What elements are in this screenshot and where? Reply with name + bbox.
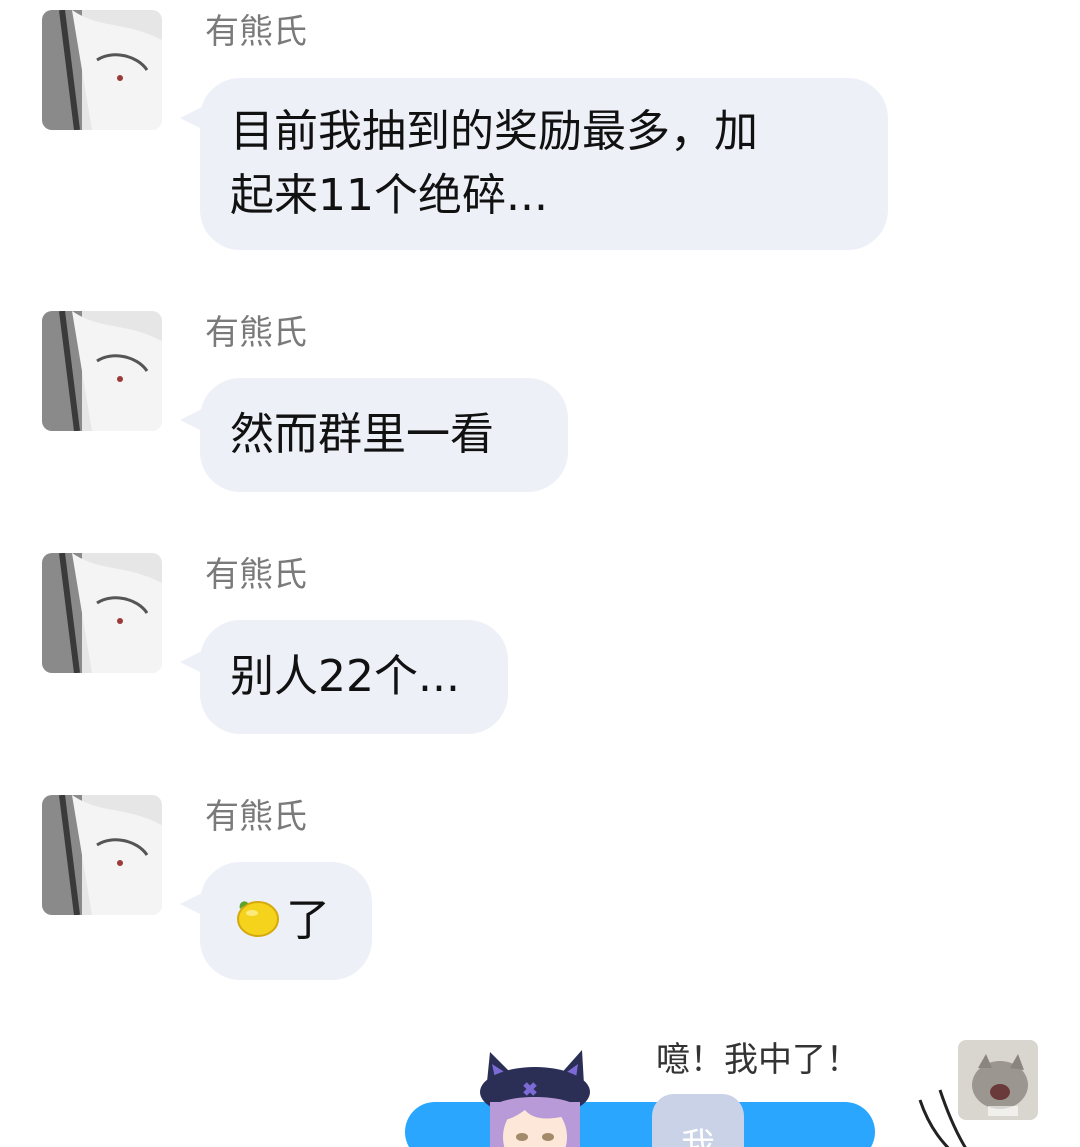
cat-girl-sticker <box>480 1050 590 1147</box>
sender-avatar[interactable] <box>42 795 162 915</box>
sender-name: 有熊氏 <box>205 797 307 837</box>
lemon-icon <box>230 891 282 961</box>
sender-name: 有熊氏 <box>205 313 307 353</box>
self-avatar[interactable] <box>958 1040 1038 1120</box>
message-bubble[interactable]: 了 <box>200 862 372 980</box>
message-text-line: 目前我抽到的奖励最多，加 <box>230 106 758 157</box>
message-bubble[interactable]: 然而群里一看 <box>200 378 568 492</box>
self-message-area: 我 噫！我中了！ <box>0 1030 1080 1147</box>
message-text-line: 然而群里一看 <box>230 409 494 460</box>
sender-avatar[interactable] <box>42 553 162 673</box>
sender-avatar[interactable] <box>42 10 162 130</box>
sender-name: 有熊氏 <box>205 12 307 52</box>
chat-view: 有熊氏 目前我抽到的奖励最多，加 起来11个绝碎... 有熊氏 然而群里一看 有… <box>0 0 1080 1147</box>
me-badge: 我 <box>652 1094 744 1147</box>
message-bubble[interactable]: 目前我抽到的奖励最多，加 起来11个绝碎... <box>200 78 888 250</box>
message-bubble[interactable]: 别人22个... <box>200 620 508 734</box>
message-text-line: 别人22个... <box>230 651 460 702</box>
message-text-line: 了 <box>286 895 330 946</box>
self-message-text[interactable]: 噫！我中了！ <box>656 1038 860 1082</box>
sender-name: 有熊氏 <box>205 555 307 595</box>
sender-avatar[interactable] <box>42 311 162 431</box>
message-text-line: 起来11个绝碎... <box>230 170 548 221</box>
